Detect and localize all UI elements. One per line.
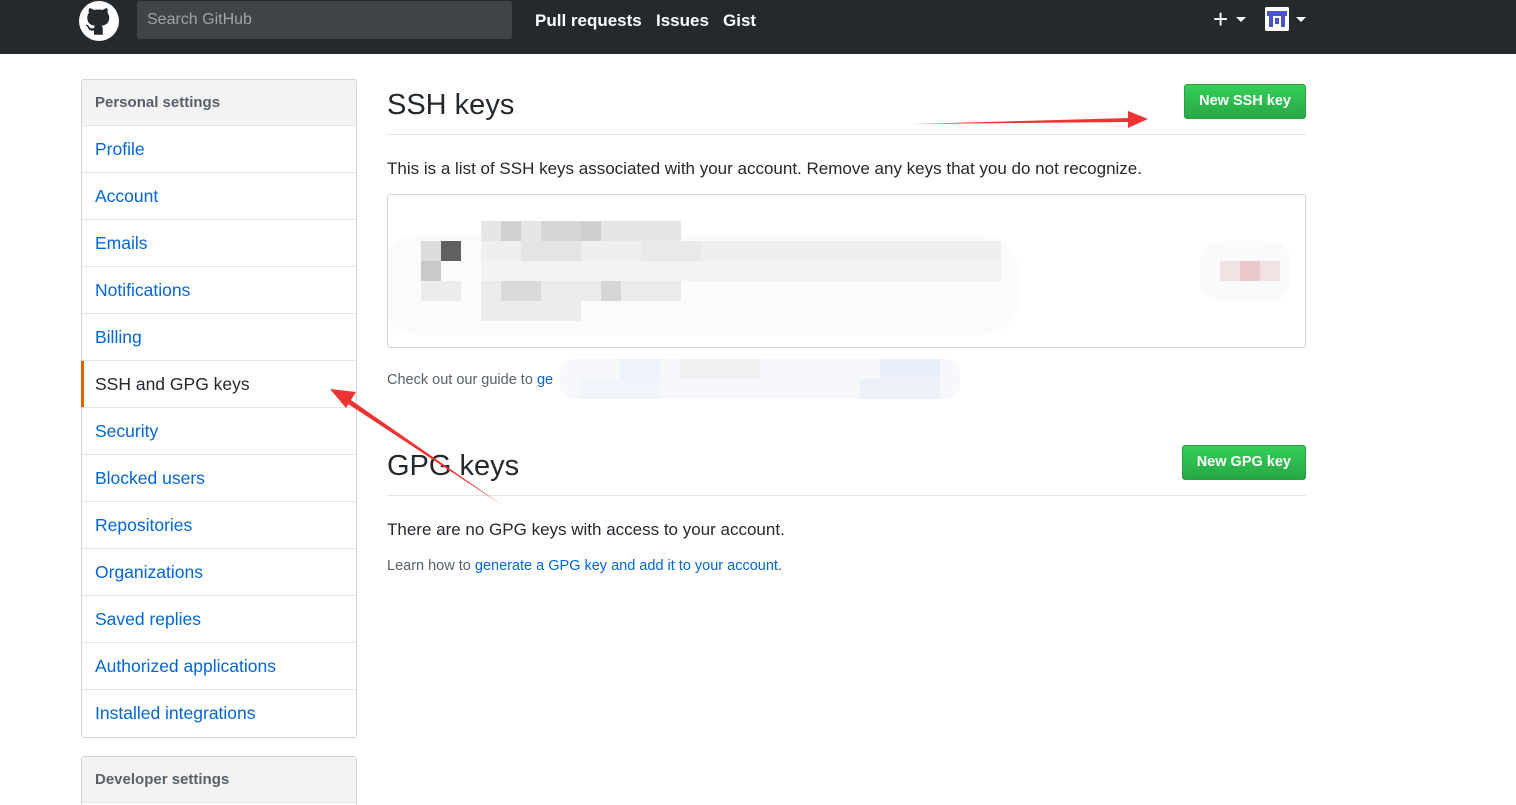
redacted-guide-link [560, 359, 960, 399]
ssh-keys-description: This is a list of SSH keys associated wi… [387, 159, 1142, 178]
sidebar-item-installed-integrations[interactable]: Installed integrations [82, 690, 356, 737]
gpg-empty-message: There are no GPG keys with access to you… [387, 520, 785, 539]
sidebar-item-ssh-gpg-keys[interactable]: SSH and GPG keys [81, 361, 356, 408]
chevron-down-icon[interactable] [1236, 17, 1246, 22]
sidebar-item-notifications[interactable]: Notifications [82, 267, 356, 314]
gpg-learn-link[interactable]: generate a GPG key and add it to your ac… [475, 558, 778, 574]
chevron-down-icon[interactable] [1296, 17, 1306, 22]
sidebar-item-account[interactable]: Account [82, 173, 356, 220]
github-logo-icon[interactable] [79, 1, 119, 41]
gpg-keys-header: GPG keys New GPG key [387, 440, 1306, 496]
avatar-identicon-icon [1265, 7, 1289, 31]
top-header: Search GitHub Pull requests Issues Gist … [0, 0, 1516, 54]
ssh-keys-header: SSH keys New SSH key [387, 79, 1306, 135]
redacted-key-content [388, 195, 1305, 347]
ssh-key-list-item [387, 194, 1306, 348]
settings-sidebar: Personal settings Profile Account Emails… [81, 79, 357, 738]
sidebar-item-authorized-applications[interactable]: Authorized applications [82, 643, 356, 690]
gpg-learn-prefix: Learn how to [387, 558, 475, 574]
sidebar-item-billing[interactable]: Billing [82, 314, 356, 361]
main-content: SSH keys New SSH key This is a list of S… [387, 79, 1306, 574]
nav-pull-requests[interactable]: Pull requests [535, 10, 642, 32]
sidebar-item-organizations[interactable]: Organizations [82, 549, 356, 596]
developer-settings-sidebar: Developer settings [81, 756, 357, 805]
gpg-learn-suffix: . [777, 558, 782, 574]
nav-gist[interactable]: Gist [723, 10, 756, 32]
ssh-guide-link[interactable]: ge [537, 372, 553, 388]
gpg-learn-note: Learn how to generate a GPG key and add … [387, 556, 782, 576]
avatar[interactable] [1265, 7, 1289, 31]
ssh-guide-note: Check out our guide to ge [387, 370, 553, 390]
new-gpg-key-button[interactable]: New GPG key [1181, 445, 1306, 480]
ssh-keys-title: SSH keys [387, 89, 515, 121]
gpg-keys-title: GPG keys [387, 450, 520, 482]
sidebar-item-security[interactable]: Security [82, 408, 356, 455]
sidebar-item-emails[interactable]: Emails [82, 220, 356, 267]
ssh-guide-prefix: Check out our guide to [387, 372, 537, 388]
search-input[interactable]: Search GitHub [137, 1, 512, 39]
sidebar-item-blocked-users[interactable]: Blocked users [82, 455, 356, 502]
sidebar-item-profile[interactable]: Profile [82, 126, 356, 173]
nav-issues[interactable]: Issues [656, 10, 709, 32]
sidebar-heading: Personal settings [82, 80, 356, 126]
sidebar-item-saved-replies[interactable]: Saved replies [82, 596, 356, 643]
sidebar-item-repositories[interactable]: Repositories [82, 502, 356, 549]
plus-icon[interactable]: + [1213, 6, 1228, 32]
new-ssh-key-button[interactable]: New SSH key [1184, 84, 1306, 119]
developer-settings-heading: Developer settings [82, 757, 356, 803]
